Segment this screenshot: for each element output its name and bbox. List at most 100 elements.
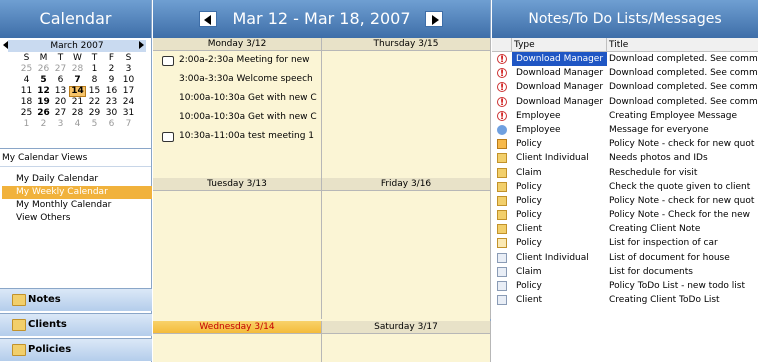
nav-policies-button[interactable]: Policies xyxy=(0,338,152,361)
mini-calendar-day[interactable]: 7 xyxy=(120,119,137,130)
column-icon-header[interactable] xyxy=(492,38,512,51)
notes-row-icon-cell xyxy=(492,208,512,222)
mini-calendar-day[interactable]: 23 xyxy=(103,97,120,108)
day-saturday[interactable]: Saturday 3/17 xyxy=(322,321,491,362)
notes-row[interactable]: Employee Message for everyone xyxy=(492,123,758,137)
mini-calendar-day[interactable]: 27 xyxy=(52,108,69,119)
mini-calendar-day[interactable]: 3 xyxy=(120,64,137,75)
day-wednesday[interactable]: Wednesday 3/14 xyxy=(153,321,322,362)
mini-calendar-day[interactable]: 9 xyxy=(103,75,120,86)
notes-row[interactable]: Claim Reschedule for visit xyxy=(492,166,758,180)
mini-calendar-day[interactable]: 3 xyxy=(52,119,69,130)
notes-row-icon-cell xyxy=(492,265,512,279)
mini-calendar-day[interactable]: 24 xyxy=(120,97,137,108)
mini-calendar-day[interactable]: 6 xyxy=(52,75,69,86)
alert-icon xyxy=(497,96,507,109)
mini-calendar-day[interactable]: 25 xyxy=(18,108,35,119)
mini-calendar-day[interactable]: 11 xyxy=(18,86,35,97)
note-icon xyxy=(497,181,507,192)
mini-calendar-day[interactable]: 7 xyxy=(69,75,86,86)
mini-calendar-day[interactable]: 20 xyxy=(52,97,69,108)
mini-calendar-day[interactable]: 2 xyxy=(35,119,52,130)
mini-calendar-day[interactable]: 30 xyxy=(103,108,120,119)
nav-notes-label: Notes xyxy=(28,294,61,305)
mini-calendar-next-icon[interactable] xyxy=(139,41,144,49)
calendar-view-item[interactable]: View Others xyxy=(2,212,152,225)
notes-row[interactable]: Client Individual List of document for ho… xyxy=(492,251,758,265)
notes-row[interactable]: Download ManagerDownload completed. See … xyxy=(492,80,758,95)
column-title-header[interactable]: Title xyxy=(607,38,758,51)
nav-notes-button[interactable]: Notes xyxy=(0,288,152,311)
mini-calendar-day[interactable]: 12 xyxy=(35,86,52,97)
notes-row[interactable]: Policy Check the quote given to client xyxy=(492,180,758,194)
week-range-title: Mar 12 - Mar 18, 2007 xyxy=(232,9,411,28)
mini-calendar-day[interactable]: 21 xyxy=(69,97,86,108)
notes-row-type: Download Manager xyxy=(516,68,604,79)
appointment-item[interactable]: 10:00a-10:30a Get with new C xyxy=(153,108,321,127)
mini-calendar-day[interactable]: 26 xyxy=(35,64,52,75)
notes-row[interactable]: Client Individual Needs photos and IDs xyxy=(492,151,758,165)
mini-calendar-day[interactable]: 2 xyxy=(103,64,120,75)
notes-row-type: Policy xyxy=(516,238,542,249)
mini-calendar-weekday: W xyxy=(73,53,82,63)
mini-calendar-day[interactable]: 4 xyxy=(18,75,35,86)
prev-week-icon[interactable] xyxy=(199,11,217,27)
notes-row-type: Download Manager xyxy=(516,82,604,93)
mini-calendar-day[interactable]: 8 xyxy=(86,75,103,86)
mini-calendar-today[interactable]: 14 xyxy=(69,86,86,97)
notes-row-icon-cell xyxy=(492,123,512,137)
day-monday[interactable]: Monday 3/12 2:00a-2:30a Meeting for new 3… xyxy=(153,38,322,178)
nav-clients-button[interactable]: Clients xyxy=(0,313,152,336)
mini-calendar-day[interactable]: 18 xyxy=(18,97,35,108)
mini-calendar-day[interactable]: 25 xyxy=(18,64,35,75)
notes-row-icon-cell xyxy=(492,279,512,293)
notes-row[interactable]: Policy List for inspection of car xyxy=(492,236,758,250)
appointment-item[interactable]: 10:00a-10:30a Get with new C xyxy=(153,89,321,108)
appointment-item[interactable]: 3:00a-3:30a Welcome speech xyxy=(153,70,321,89)
calendar-view-item[interactable]: My Monthly Calendar xyxy=(2,199,152,212)
notes-row[interactable]: Download ManagerDownload completed. See … xyxy=(492,95,758,109)
notes-row[interactable]: Policy Policy Note - Check for the new xyxy=(492,208,758,222)
notes-row[interactable]: Download ManagerDownload completed. See … xyxy=(492,52,758,67)
appointment-item[interactable]: 2:00a-2:30a Meeting for new xyxy=(153,51,321,70)
mini-calendar-day[interactable]: 5 xyxy=(35,75,52,86)
notes-row[interactable]: Client Creating Client ToDo List xyxy=(492,293,758,307)
mini-calendar-day[interactable]: 5 xyxy=(86,119,103,130)
notes-row[interactable]: Download ManagerDownload completed. See … xyxy=(492,66,758,80)
mini-calendar-day[interactable]: 13 xyxy=(52,86,69,97)
calendar-view-item[interactable]: My Weekly Calendar xyxy=(2,186,152,199)
next-week-icon[interactable] xyxy=(425,11,443,27)
mini-calendar-day[interactable]: 28 xyxy=(69,108,86,119)
notes-row[interactable]: Employee Creating Employee Message xyxy=(492,109,758,123)
mini-calendar-day[interactable]: 4 xyxy=(69,119,86,130)
notes-row[interactable]: Client Creating Client Note xyxy=(492,222,758,236)
mini-calendar-day[interactable]: 6 xyxy=(103,119,120,130)
notes-row[interactable]: Claim List for documents xyxy=(492,265,758,279)
notes-row[interactable]: Policy Policy Note - check for new quot xyxy=(492,194,758,208)
mini-calendar-day[interactable]: 10 xyxy=(120,75,137,86)
mini-calendar-day[interactable]: 28 xyxy=(69,64,86,75)
mini-calendar-day[interactable]: 19 xyxy=(35,97,52,108)
notes-row-icon-cell xyxy=(492,109,512,123)
appointment-item[interactable]: 10:30a-11:00a test meeting 1 xyxy=(153,127,321,146)
mini-calendar-day[interactable]: 22 xyxy=(86,97,103,108)
mini-calendar-day[interactable]: 31 xyxy=(120,108,137,119)
day-thursday[interactable]: Thursday 3/15 xyxy=(322,38,491,178)
column-type-header[interactable]: Type xyxy=(512,38,607,51)
mini-calendar-day[interactable]: 29 xyxy=(86,108,103,119)
mini-calendar-day[interactable]: 15 xyxy=(86,86,103,97)
mini-calendar-day[interactable]: 26 xyxy=(35,108,52,119)
mini-calendar-grid: S M T W T F S 25 26 27 28 1 2 3 4 5 6 7 8 9 10 11 12 13 14 15 16 17… xyxy=(18,53,138,130)
mini-calendar-day[interactable]: 17 xyxy=(120,86,137,97)
notes-row[interactable]: Policy Policy Note - check for new quot xyxy=(492,137,758,151)
calendar-view-item[interactable]: My Daily Calendar xyxy=(2,173,152,186)
notes-row[interactable]: Policy Policy ToDo List - new todo list xyxy=(492,279,758,293)
mini-calendar-day[interactable]: 1 xyxy=(86,64,103,75)
day-friday[interactable]: Friday 3/16 xyxy=(322,178,491,319)
nav-policies-label: Policies xyxy=(28,344,72,355)
mini-calendar-day[interactable]: 1 xyxy=(18,119,35,130)
mini-calendar-day[interactable]: 27 xyxy=(52,64,69,75)
clients-icon xyxy=(12,319,26,331)
day-tuesday[interactable]: Tuesday 3/13 xyxy=(153,178,322,319)
mini-calendar-day[interactable]: 16 xyxy=(103,86,120,97)
